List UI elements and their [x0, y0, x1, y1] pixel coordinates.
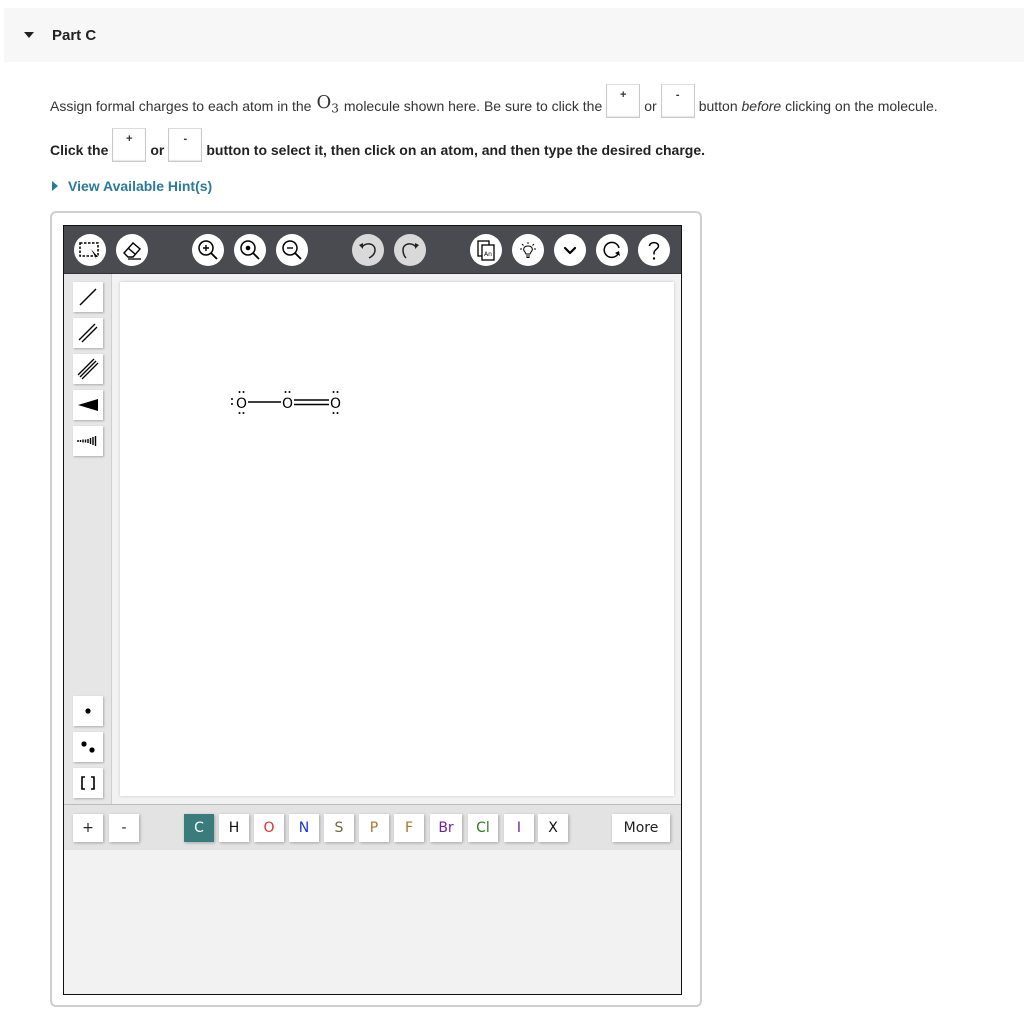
element-button-n[interactable]: N [289, 814, 319, 842]
more-tools-button[interactable] [554, 234, 586, 266]
editor-toolbar: An [64, 226, 681, 274]
templates-icon: An [477, 240, 495, 261]
element-button-f[interactable]: F [394, 814, 424, 842]
element-button-cl[interactable]: Cl [468, 814, 498, 842]
chevron-down-icon [563, 246, 577, 255]
svg-text:O: O [282, 396, 293, 412]
part-title: Part C [52, 26, 97, 44]
left-toolbar [64, 274, 112, 804]
zoom-in-icon [198, 240, 218, 260]
triple-bond-button[interactable] [73, 354, 103, 384]
inline-minus-button: - [660, 84, 695, 118]
lone-pair-icon [81, 741, 95, 753]
wedge-bond-icon [78, 399, 98, 411]
ozone-molecule[interactable]: O O O [224, 387, 354, 417]
help-icon [648, 241, 660, 260]
molecule-formula: O3 [316, 92, 339, 116]
oxygen-atom-1[interactable]: O [231, 391, 247, 414]
radical-button[interactable] [73, 696, 103, 726]
single-bond-button[interactable] [73, 282, 103, 312]
undo-icon [359, 243, 376, 259]
instruction-line-2: Click the + or - button to select it, th… [50, 122, 1020, 162]
element-button-o[interactable]: O [254, 814, 284, 842]
more-elements-button[interactable]: More [612, 814, 670, 842]
editor-lower-panel [64, 850, 681, 994]
zoom-in-button[interactable] [192, 234, 224, 266]
element-button-i[interactable]: I [504, 814, 534, 842]
inline-plus-button: + [606, 84, 641, 118]
element-button-c[interactable]: C [184, 814, 214, 842]
instruction-text: Assign formal charges to each atom in th… [50, 98, 312, 114]
instruction-text: or [644, 98, 657, 114]
reset-button[interactable] [596, 234, 628, 266]
undo-button[interactable] [352, 234, 384, 266]
radical-dot-icon [85, 708, 91, 714]
collapse-caret-icon[interactable] [24, 32, 34, 38]
minus-charge-button[interactable]: - [109, 814, 139, 842]
double-bond-icon [78, 323, 98, 343]
help-button[interactable] [638, 234, 670, 266]
element-button-x[interactable]: X [538, 814, 568, 842]
instruction-line-1: Assign formal charges to each atom in th… [50, 84, 1020, 118]
zoom-out-icon [282, 240, 302, 260]
wedge-bond-button[interactable] [73, 390, 103, 420]
brackets-icon [81, 776, 95, 790]
element-button-br[interactable]: Br [430, 814, 462, 842]
element-toolbar: + - C H O N S P F Br Cl I X More [64, 804, 681, 850]
plus-charge-button[interactable]: + [73, 814, 103, 842]
hash-bond-icon [77, 436, 97, 446]
expand-caret-icon [52, 181, 58, 191]
oxygen-atom-2[interactable]: O [282, 391, 293, 412]
instruction-text: button [698, 98, 738, 114]
double-bond-button[interactable] [73, 318, 103, 348]
triple-bond-icon [77, 358, 99, 380]
element-button-s[interactable]: S [324, 814, 354, 842]
eraser-button[interactable] [116, 234, 148, 266]
lightbulb-icon [520, 242, 536, 258]
brackets-button[interactable] [73, 768, 103, 798]
reset-icon [603, 241, 620, 259]
zoom-reset-button[interactable] [234, 234, 266, 266]
marquee-select-icon [79, 242, 99, 260]
hint-link-label: View Available Hint(s) [68, 178, 213, 194]
templates-button[interactable]: An [470, 234, 502, 266]
svg-text:O: O [330, 396, 341, 412]
drawing-canvas[interactable]: O O O [120, 282, 674, 796]
instruction-text: clicking on the molecule. [785, 98, 938, 114]
svg-text:O: O [236, 396, 247, 412]
eraser-icon [123, 242, 141, 260]
inline-plus-button: + [112, 128, 147, 162]
instruction-emphasis: before [741, 98, 782, 114]
marquee-select-button[interactable] [74, 234, 106, 266]
part-header[interactable]: Part C [4, 8, 1024, 62]
inline-minus-button: - [168, 128, 203, 162]
hash-bond-button[interactable] [73, 426, 103, 456]
hint-bulb-button[interactable] [512, 234, 544, 266]
redo-icon [402, 243, 419, 259]
instruction-text: button to select it, then click on an at… [206, 142, 705, 158]
single-bond-icon [79, 288, 97, 306]
zoom-reset-icon [240, 240, 260, 260]
instruction-text: or [150, 142, 165, 158]
element-button-p[interactable]: P [359, 814, 389, 842]
zoom-out-button[interactable] [276, 234, 308, 266]
instruction-text: molecule shown here. Be sure to click th… [343, 98, 603, 114]
lone-pair-button[interactable] [73, 732, 103, 762]
element-button-h[interactable]: H [219, 814, 249, 842]
svg-text:An: An [484, 251, 492, 258]
redo-button[interactable] [394, 234, 426, 266]
view-hints-link[interactable]: View Available Hint(s) [52, 178, 212, 194]
oxygen-atom-3[interactable]: O [330, 391, 341, 414]
instruction-text: Click the [50, 142, 109, 158]
molecule-editor: An O O O + - C H O N S P F Br Cl I X Mor… [63, 225, 682, 995]
